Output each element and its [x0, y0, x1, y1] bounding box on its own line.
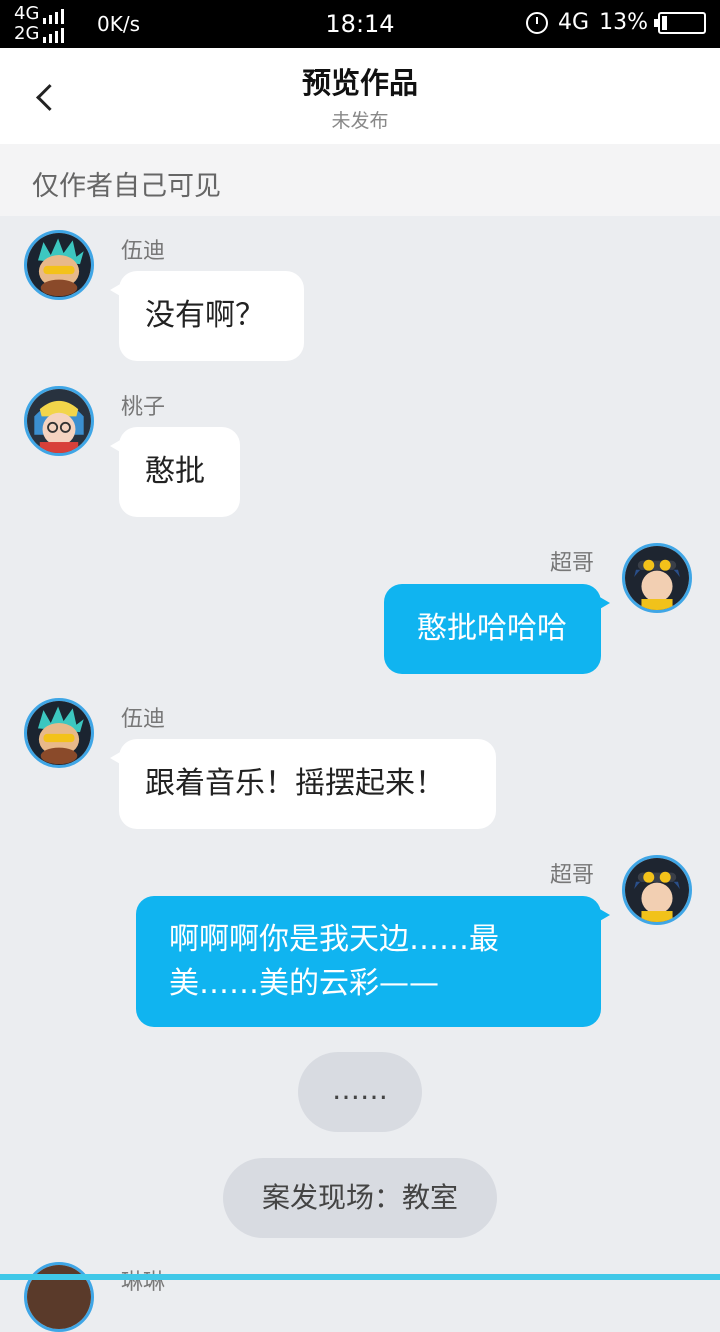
avatar-taozi[interactable] [24, 386, 94, 456]
character-avatar-icon [27, 233, 91, 297]
message-bubble[interactable]: 憨批 [110, 427, 240, 517]
sender-name: 超哥 [550, 551, 595, 576]
message-bubble[interactable]: 憨批哈哈哈 [384, 584, 610, 674]
message-bubble[interactable]: 跟着音乐！摇摆起来！ [110, 739, 496, 829]
app-header: 预览作品 未发布 [0, 48, 720, 144]
page-subtitle: 未发布 [331, 110, 389, 132]
message-line: 啊啊啊你是我天边……最 [169, 922, 499, 957]
bottom-accent-bar [0, 1274, 720, 1280]
status-bar: 4G 2G 0K/s 18:14 4G 13% [0, 0, 720, 48]
avatar-chaoge[interactable] [622, 855, 692, 925]
avatar-wudi[interactable] [24, 698, 94, 768]
alarm-icon [526, 11, 549, 34]
avatar-linlin[interactable] [24, 1262, 94, 1332]
avatar-wudi[interactable] [24, 230, 94, 300]
sender-name: 伍迪 [121, 239, 166, 264]
battery-percent: 13% [599, 10, 648, 35]
character-avatar-icon [625, 858, 689, 922]
scene-pill[interactable]: 案发现场：教室 [223, 1158, 497, 1238]
sender-name: 伍迪 [121, 707, 166, 732]
sender-name: 桃子 [121, 395, 166, 420]
page-title: 预览作品 [301, 66, 418, 100]
network-type: 4G [558, 10, 590, 35]
character-avatar-icon [27, 389, 91, 453]
message-line: 美……美的云彩—— [169, 966, 439, 1001]
battery-fill [662, 15, 668, 30]
sender-name: 超哥 [550, 863, 595, 888]
sender-name: 琳琳 [121, 1270, 166, 1295]
message-bubble[interactable]: 没有啊？ [110, 271, 304, 361]
character-avatar-icon [27, 701, 91, 765]
avatar-chaoge[interactable] [622, 543, 692, 613]
narration-pill[interactable]: …… [298, 1052, 422, 1132]
character-avatar-icon [625, 546, 689, 610]
battery-icon [654, 11, 706, 34]
visibility-notice: 仅作者自己可见 [0, 144, 720, 216]
visibility-notice-text: 仅作者自己可见 [32, 171, 221, 202]
status-right: 4G 13% [526, 10, 706, 35]
message-bubble[interactable]: 啊啊啊你是我天边……最 美……美的云彩—— [136, 896, 610, 1027]
